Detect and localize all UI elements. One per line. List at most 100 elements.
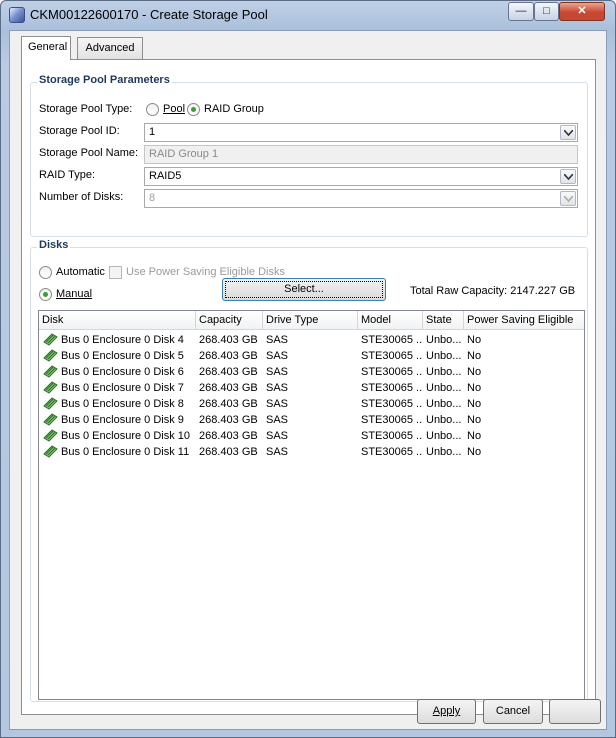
cell-power-saving: No: [464, 396, 584, 412]
manual-radio[interactable]: [39, 288, 52, 301]
storage-pool-parameters-legend: Storage Pool Parameters: [37, 74, 172, 86]
pool-radio[interactable]: [146, 103, 159, 116]
table-row[interactable]: Bus 0 Enclosure 0 Disk 5 268.403 GB SAS STE…: [39, 348, 584, 364]
cell-model: STE30065 ...: [358, 396, 423, 412]
cell-text: STE30065 ...: [361, 382, 423, 394]
pool-type-label: Storage Pool Type:: [39, 103, 133, 115]
cell-text: Unbo...: [426, 446, 462, 458]
cell-model: STE30065 ...: [358, 348, 423, 364]
dialog-client-area: General Advanced Storage Pool Parameters…: [9, 30, 607, 730]
tab-general[interactable]: General: [21, 36, 71, 60]
cell-power-saving: No: [464, 332, 584, 348]
pool-id-value: 1: [149, 126, 156, 138]
cancel-button[interactable]: Cancel: [483, 699, 543, 724]
cell-text: SAS: [266, 350, 289, 362]
column-header-drive-type[interactable]: Drive Type: [263, 311, 358, 330]
cell-model: STE30065 ...: [358, 412, 423, 428]
cell-capacity: 268.403 GB: [196, 396, 263, 412]
title-bar[interactable]: CKM00122600170 - Create Storage Pool — □…: [1, 1, 615, 29]
minimize-button[interactable]: —: [508, 2, 534, 21]
column-header-capacity[interactable]: Capacity: [196, 311, 263, 330]
tab-advanced[interactable]: Advanced: [77, 37, 143, 59]
cell-text: 268.403 GB: [199, 430, 258, 442]
disk-drive-icon: [43, 365, 58, 380]
pool-name-field[interactable]: RAID Group 1: [144, 145, 578, 164]
cell-text: No: [467, 430, 482, 442]
cell-text: 268.403 GB: [199, 334, 258, 346]
cell-model: STE30065 ...: [358, 332, 423, 348]
pool-id-combo[interactable]: 1: [144, 123, 578, 142]
chevron-down-icon[interactable]: [560, 125, 576, 140]
cell-capacity: 268.403 GB: [196, 348, 263, 364]
cell-text: STE30065 ...: [361, 414, 423, 426]
cell-state: Unbo...: [423, 364, 464, 380]
table-row[interactable]: Bus 0 Enclosure 0 Disk 6 268.403 GB SAS STE…: [39, 364, 584, 380]
raid-group-radio-label[interactable]: RAID Group: [204, 103, 264, 115]
power-saving-checkbox: [109, 266, 122, 279]
cell-text: Bus 0 Enclosure 0 Disk 6: [61, 366, 184, 378]
automatic-radio[interactable]: [39, 266, 52, 279]
cell-text: Bus 0 Enclosure 0 Disk 11: [61, 446, 190, 458]
third-footer-button[interactable]: [549, 699, 601, 724]
power-saving-label: Use Power Saving Eligible Disks: [126, 266, 285, 278]
manual-radio-label[interactable]: Manual: [56, 288, 92, 300]
raid-type-combo[interactable]: RAID5: [144, 167, 578, 186]
column-header-disk[interactable]: Disk: [39, 311, 196, 330]
select-disks-button[interactable]: Select...: [222, 278, 386, 301]
table-row[interactable]: Bus 0 Enclosure 0 Disk 7 268.403 GB SAS STE…: [39, 380, 584, 396]
automatic-radio-label[interactable]: Automatic: [56, 266, 105, 278]
app-icon: [9, 7, 25, 23]
cell-power-saving: No: [464, 364, 584, 380]
cell-model: STE30065 ...: [358, 444, 423, 460]
cell-state: Unbo...: [423, 396, 464, 412]
pool-radio-label[interactable]: Pool: [163, 103, 185, 115]
cell-disk: Bus 0 Enclosure 0 Disk 7: [39, 380, 196, 396]
window-title: CKM00122600170 - Create Storage Pool: [30, 7, 268, 22]
cell-text: No: [467, 414, 482, 426]
cell-text: SAS: [266, 398, 289, 410]
cell-text: Bus 0 Enclosure 0 Disk 9: [61, 414, 184, 426]
column-header-model[interactable]: Model: [358, 311, 423, 330]
disks-table[interactable]: Disk Capacity Drive Type Model State Pow…: [38, 310, 585, 700]
cell-text: Unbo...: [426, 382, 462, 394]
disks-legend: Disks: [37, 239, 71, 251]
close-button[interactable]: ✕: [559, 2, 605, 21]
cell-drive-type: SAS: [263, 380, 358, 396]
cell-drive-type: SAS: [263, 428, 358, 444]
cell-power-saving: No: [464, 428, 584, 444]
cell-power-saving: No: [464, 412, 584, 428]
cell-power-saving: No: [464, 444, 584, 460]
cell-state: Unbo...: [423, 348, 464, 364]
chevron-down-icon[interactable]: [560, 169, 576, 184]
raid-group-radio[interactable]: [187, 103, 200, 116]
cell-drive-type: SAS: [263, 444, 358, 460]
table-row[interactable]: Bus 0 Enclosure 0 Disk 8 268.403 GB SAS STE…: [39, 396, 584, 412]
disk-drive-icon: [43, 429, 58, 444]
table-row[interactable]: Bus 0 Enclosure 0 Disk 11 268.403 GB SAS ST…: [39, 444, 584, 460]
raid-type-value: RAID5: [149, 170, 182, 182]
cell-text: 268.403 GB: [199, 350, 258, 362]
cell-disk: Bus 0 Enclosure 0 Disk 10: [39, 428, 196, 444]
cell-state: Unbo...: [423, 428, 464, 444]
cell-capacity: 268.403 GB: [196, 380, 263, 396]
table-row[interactable]: Bus 0 Enclosure 0 Disk 9 268.403 GB SAS STE…: [39, 412, 584, 428]
column-header-state[interactable]: State: [423, 311, 464, 330]
cell-text: Bus 0 Enclosure 0 Disk 8: [61, 398, 184, 410]
cell-capacity: 268.403 GB: [196, 364, 263, 380]
cell-text: 268.403 GB: [199, 366, 258, 378]
apply-button[interactable]: Apply: [417, 699, 476, 724]
table-header: Disk Capacity Drive Type Model State Pow…: [39, 311, 584, 330]
cell-text: SAS: [266, 382, 289, 394]
cell-text: Unbo...: [426, 334, 462, 346]
cell-text: No: [467, 446, 482, 458]
disk-drive-icon: [43, 413, 58, 428]
column-header-power-saving[interactable]: Power Saving Eligible: [464, 311, 584, 330]
table-row[interactable]: Bus 0 Enclosure 0 Disk 4 268.403 GB SAS STE…: [39, 332, 584, 348]
number-of-disks-combo: 8: [144, 189, 578, 208]
cell-text: SAS: [266, 430, 289, 442]
cell-disk: Bus 0 Enclosure 0 Disk 6: [39, 364, 196, 380]
disk-drive-icon: [43, 445, 58, 460]
cell-text: 268.403 GB: [199, 398, 258, 410]
table-row[interactable]: Bus 0 Enclosure 0 Disk 10 268.403 GB SAS ST…: [39, 428, 584, 444]
maximize-button[interactable]: □: [534, 2, 559, 21]
